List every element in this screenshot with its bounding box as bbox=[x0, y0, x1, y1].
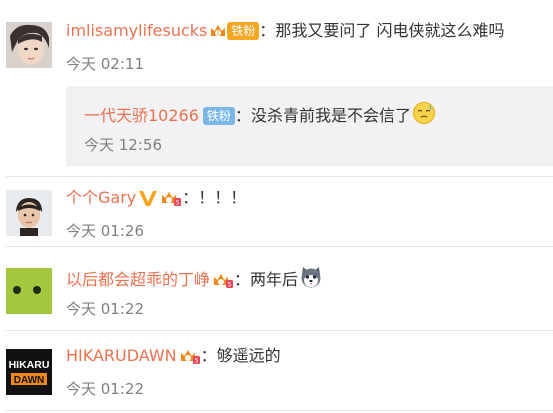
username-link[interactable]: 以后都会超乖的丁峥 bbox=[66, 269, 210, 291]
avatar[interactable] bbox=[6, 22, 52, 68]
divider bbox=[6, 176, 553, 177]
fan-badge[interactable]: 铁粉 bbox=[202, 107, 235, 125]
verified-v-icon[interactable] bbox=[138, 189, 158, 207]
svg-text:5: 5 bbox=[194, 358, 198, 365]
reply-text: 没杀青前我是不会信了 bbox=[250, 106, 411, 125]
husky-emoji-icon bbox=[299, 265, 323, 295]
comment-text: ！！！ bbox=[198, 188, 247, 207]
comment-text: 够遥远的 bbox=[216, 346, 281, 365]
user-avatar-image bbox=[6, 22, 52, 68]
avatar[interactable]: HIKARU DAWN bbox=[6, 349, 52, 395]
user-avatar-image bbox=[6, 268, 52, 314]
separator: ： bbox=[182, 188, 199, 207]
fan-badge[interactable]: 铁粉 bbox=[227, 22, 260, 40]
svg-text:5: 5 bbox=[228, 282, 232, 289]
fan-badge-label: 铁粉 bbox=[231, 24, 256, 38]
separator: ： bbox=[234, 270, 251, 289]
comment-line: 以后都会超乖的丁峥 5 ： 两年后 bbox=[66, 265, 323, 295]
crown-level-badge-icon[interactable]: 5 bbox=[212, 271, 234, 289]
comment-text: 那我又要问了 闪电侠就这么难吗 bbox=[275, 21, 505, 40]
avatar-logo-text: DAWN bbox=[14, 375, 45, 386]
username-link[interactable]: 个个Gary bbox=[66, 187, 136, 209]
user-avatar-image bbox=[6, 190, 52, 236]
divider bbox=[6, 410, 553, 411]
separator: ： bbox=[200, 346, 217, 365]
comment-line: HIKARUDAWN 5 ： 够遥远的 bbox=[66, 345, 281, 367]
comment-text: 两年后 bbox=[250, 270, 299, 289]
sweat-emoji-icon bbox=[412, 101, 436, 131]
avatar-logo-text: HIKARU bbox=[9, 359, 50, 371]
username-link[interactable]: HIKARUDAWN bbox=[66, 345, 177, 367]
svg-text:5: 5 bbox=[176, 200, 180, 207]
separator: ： bbox=[234, 106, 251, 125]
comment-time[interactable]: 今天 01:26 bbox=[66, 221, 144, 241]
comment-time[interactable]: 今天 01:22 bbox=[66, 299, 144, 319]
user-avatar-image: HIKARU DAWN bbox=[6, 349, 52, 395]
reply-line: 一代天骄10266 铁粉 ： 没杀青前我是不会信了 bbox=[84, 101, 436, 131]
crown-level-badge-icon[interactable]: 1 bbox=[209, 22, 227, 40]
crown-level-badge-icon[interactable]: 5 bbox=[160, 189, 182, 207]
separator: ： bbox=[259, 21, 276, 40]
svg-text:1: 1 bbox=[217, 31, 220, 37]
reply-username-link[interactable]: 一代天骄10266 bbox=[84, 105, 199, 127]
divider bbox=[6, 246, 553, 247]
avatar[interactable] bbox=[6, 268, 52, 314]
comment-line: imlisamylifesucks 1 铁粉 ： 那我又要问了 闪电侠就这么难吗 bbox=[66, 20, 504, 42]
comment-time[interactable]: 今天 01:22 bbox=[66, 379, 144, 399]
divider bbox=[6, 330, 553, 331]
comment-line: 个个Gary 5 ： ！！！ bbox=[66, 187, 246, 209]
fan-badge-label: 铁粉 bbox=[206, 109, 231, 123]
crown-level-badge-icon[interactable]: 5 bbox=[179, 347, 201, 365]
comment-time[interactable]: 今天 02:11 bbox=[66, 54, 144, 74]
avatar[interactable] bbox=[6, 190, 52, 236]
username-link[interactable]: imlisamylifesucks bbox=[66, 20, 207, 42]
reply-time[interactable]: 今天 12:56 bbox=[84, 135, 162, 155]
